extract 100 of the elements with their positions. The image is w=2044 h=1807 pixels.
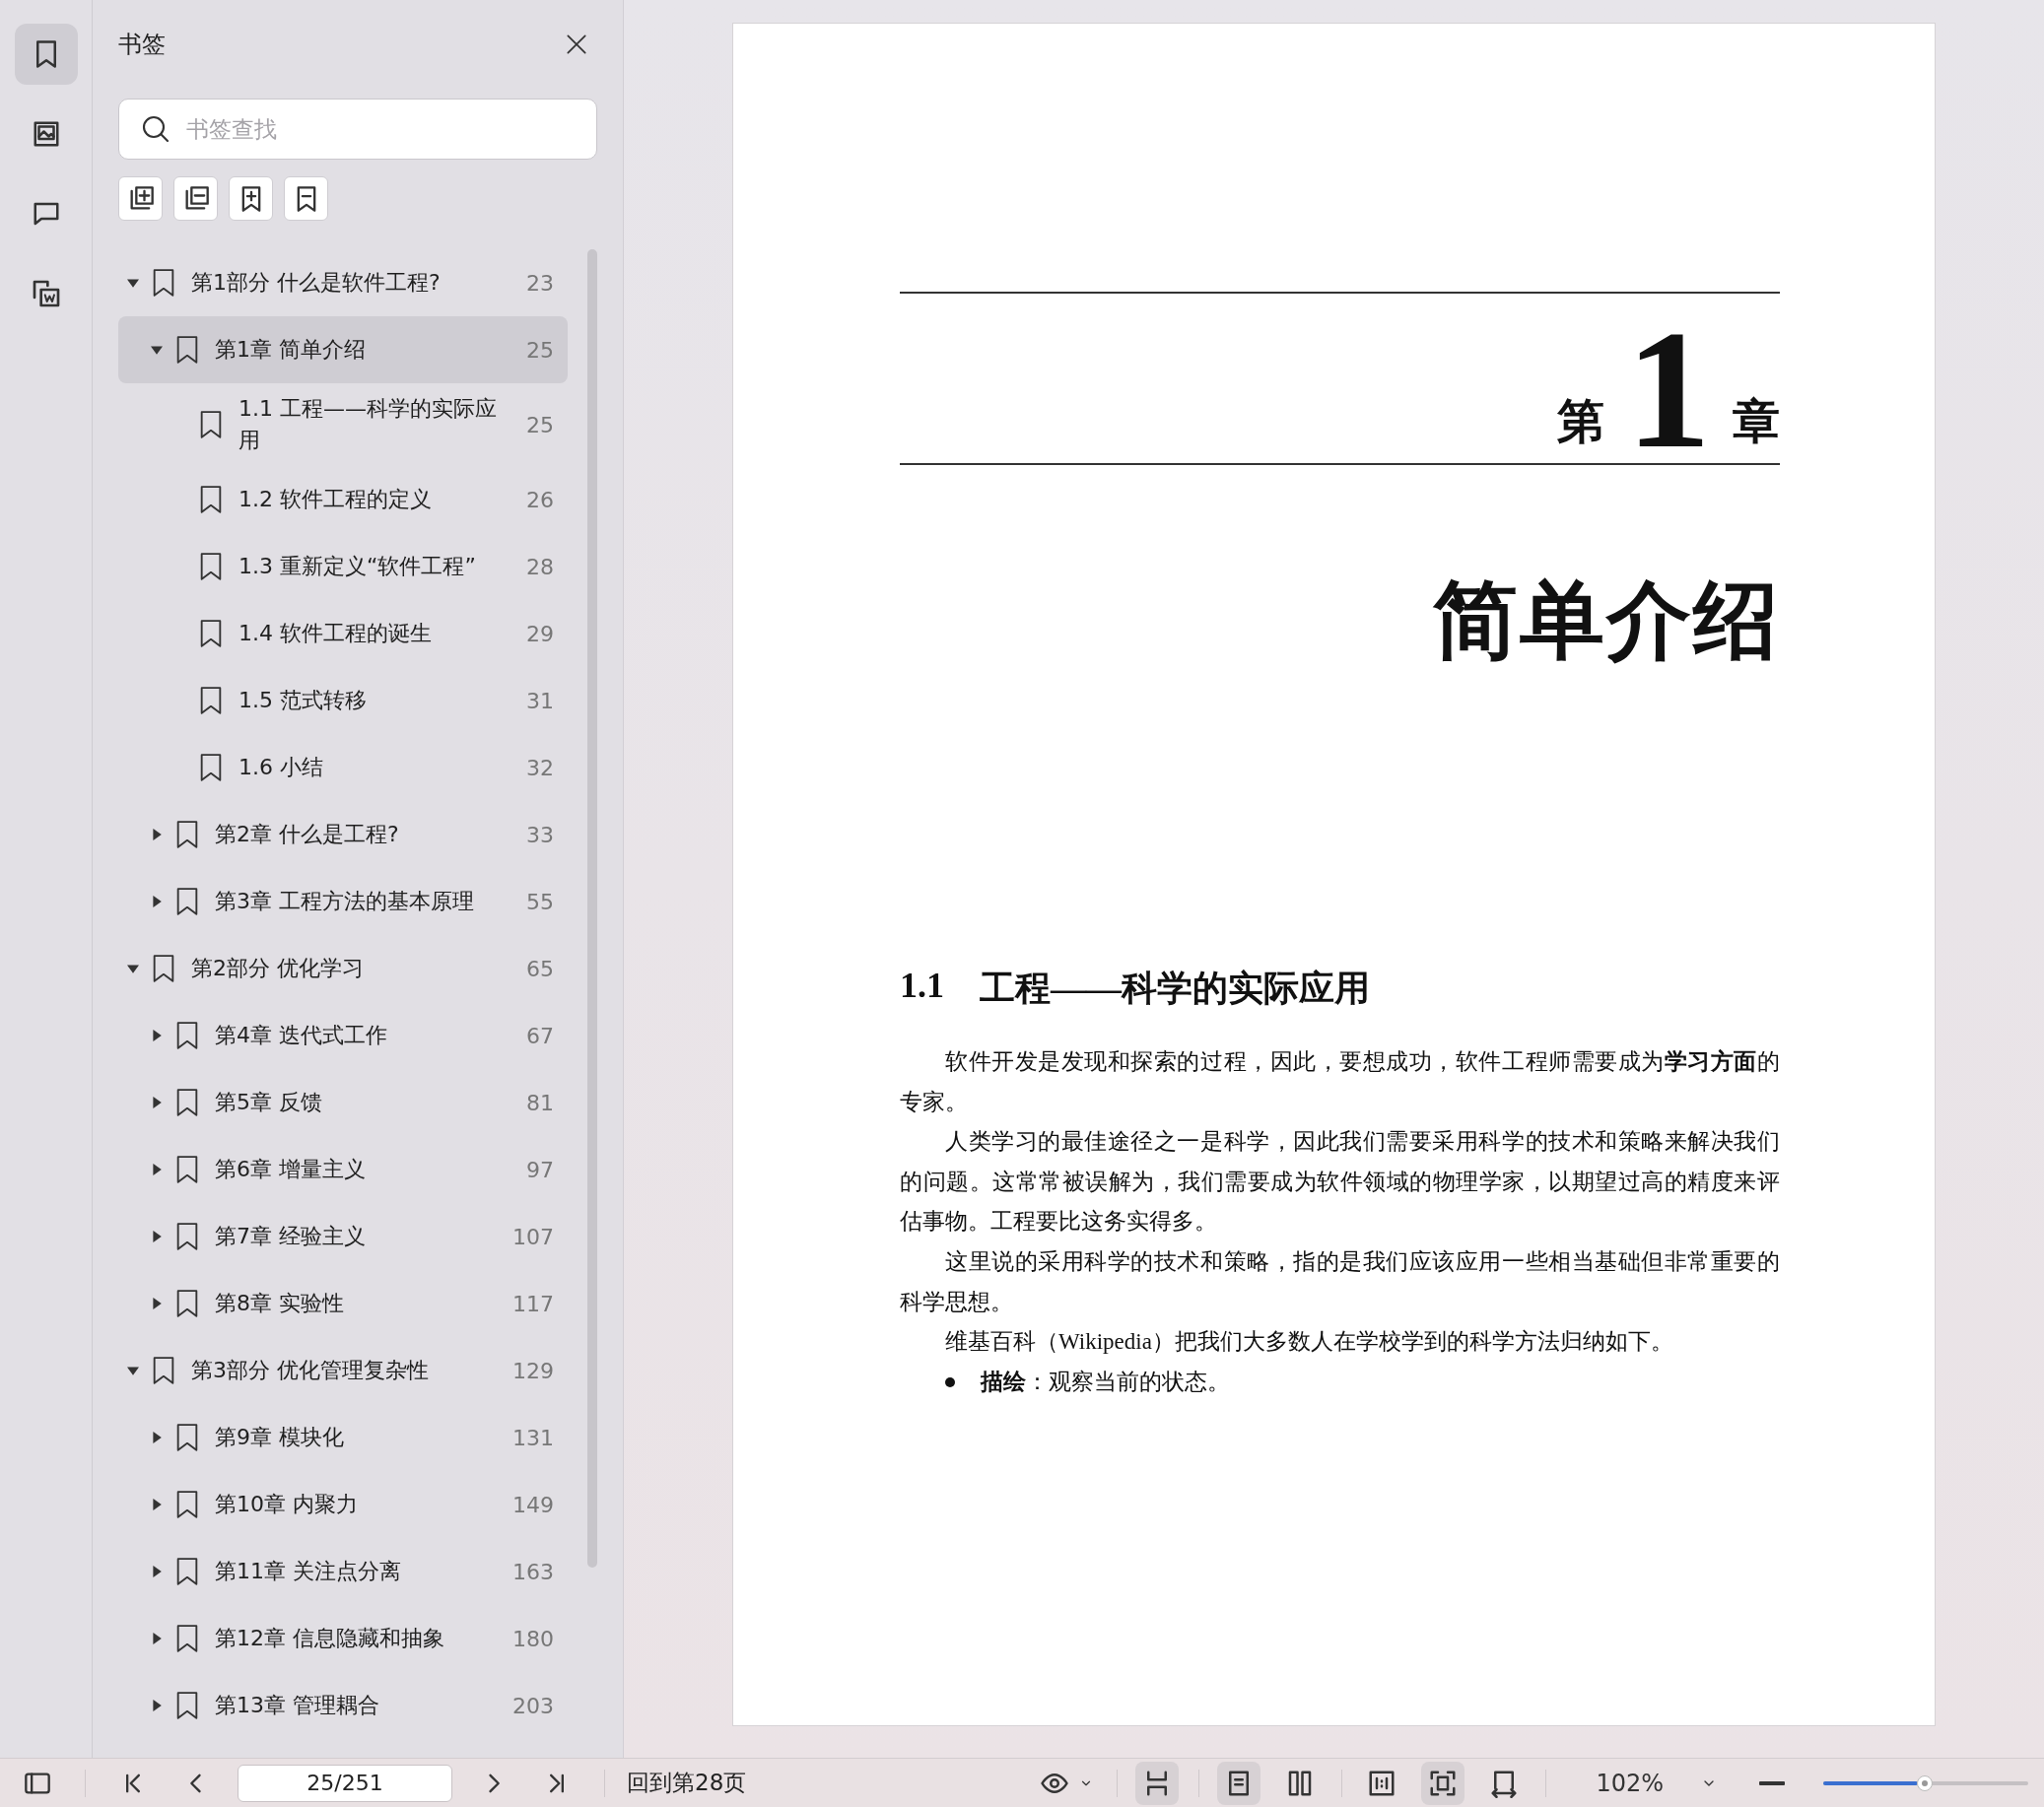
triangle-right-icon [151,1164,163,1175]
zoom-slider[interactable] [1823,1774,2028,1792]
page-number: 129 [511,1358,554,1383]
bookmark-row[interactable]: 第1章 简单介绍 25 [118,316,568,383]
bookmark-row[interactable]: 1.4 软件工程的诞生 29 [118,600,568,667]
zoom-percentage[interactable]: 102% [1596,1769,1664,1797]
bookmark-icon [199,754,223,781]
bookmark-title: 第9章 模块化 [215,1424,345,1451]
bookmark-row[interactable]: 1.2 软件工程的定义 26 [118,466,568,533]
bookmark-icon [175,888,199,915]
bookmark-row[interactable]: 第2部分 优化学习 65 [118,935,568,1002]
bookmark-row[interactable]: 1.6 小结 32 [118,734,568,801]
expand-all-button[interactable] [118,176,163,221]
page-number: 97 [525,1157,554,1182]
bookmark-icon [175,1491,199,1518]
fit-width-button[interactable] [1135,1761,1180,1805]
bookmark-title: 第2部分 优化学习 [191,955,365,982]
panel-tab[interactable] [14,24,78,85]
bookmark-title: 第3部分 优化管理复杂性 [191,1357,430,1384]
bookmark-row[interactable]: 1.1 工程——科学的实际应用 25 [118,383,568,466]
bookmark-row[interactable]: 第8章 实验性 117 [118,1270,568,1337]
bookmark-title: 第7章 经验主义 [215,1223,367,1250]
bookmark-row[interactable]: 1.5 范式转移 31 [118,667,568,734]
page-number-field[interactable]: 25/251 [238,1764,452,1802]
page-number: 32 [525,755,554,780]
triangle-down-icon [127,963,139,974]
bookmark-icon [175,1290,199,1317]
triangle-down-icon [127,1365,139,1376]
bookmark-title: 1.5 范式转移 [238,687,368,714]
remove-bookmark-button[interactable] [284,176,328,221]
triangle-right-icon [151,1432,163,1443]
chapter-label: 第 [1557,394,1604,449]
scrollbar-thumb[interactable] [587,249,597,1568]
chapter-title: 简单介绍 [1433,572,1780,670]
bookmark-title: 第2章 什么是工程? [215,821,400,848]
bookmark-icon [199,553,223,580]
bookmark-icon [175,1223,199,1250]
add-bookmark-button[interactable] [229,176,273,221]
bookmark-title: 1.2 软件工程的定义 [238,486,433,513]
bookmark-row[interactable]: 第1部分 什么是软件工程? 23 [118,249,568,316]
fit-page-button[interactable] [1421,1761,1465,1805]
bookmark-row[interactable]: 第13章 管理耦合 203 [118,1672,568,1739]
bookmark-row[interactable]: 第3部分 优化管理复杂性 129 [118,1337,568,1404]
bookmark-row[interactable]: 1.3 重新定义“软件工程” 28 [118,533,568,600]
bookmark-icon [175,1424,199,1451]
bookmark-icon [152,1357,175,1384]
slider-handle[interactable] [1917,1774,1933,1791]
section-number: 1.1 [900,965,944,1007]
bookmark-title: 1.6 小结 [238,754,324,781]
triangle-right-icon [151,1566,163,1577]
page-number: 203 [511,1693,554,1718]
bookmark-row[interactable]: 第3章 工程方法的基本原理 55 [118,868,568,935]
bookmark-row[interactable]: 第6章 增量主义 97 [118,1136,568,1203]
bookmark-row[interactable]: 第12章 信息隐藏和抽象 180 [118,1605,568,1672]
bookmark-row[interactable]: 第10章 内聚力 149 [118,1471,568,1538]
bookmark-icon [199,411,223,438]
bookmark-row[interactable]: 第9章 模块化 131 [118,1404,568,1471]
page-number: 131 [511,1425,554,1450]
section-title: 工程——科学的实际应用 [980,968,1370,1010]
bookmark-row[interactable]: 第2章 什么是工程? 33 [118,801,568,868]
bookmark-icon [199,620,223,647]
back-to-page-link[interactable]: 回到第28页 [627,1768,747,1798]
bookmark-row[interactable]: 第5章 反馈 81 [118,1069,568,1136]
page-number: 25 [525,412,554,437]
search-field[interactable]: 书签查找 [118,99,597,160]
page-number: 149 [511,1492,554,1517]
triangle-right-icon [151,896,163,907]
triangle-right-icon [151,829,163,840]
minus-icon [1759,1780,1785,1785]
bookmark-title: 第4章 迭代式工作 [215,1022,388,1049]
single-page-button[interactable] [1217,1761,1261,1805]
bookmark-icon [175,1156,199,1183]
bookmark-icon [199,687,223,714]
triangle-right-icon [151,1231,163,1242]
page-number: 180 [511,1626,554,1651]
bookmark-icon [199,486,223,513]
bookmark-icon [175,821,199,848]
page-number: 117 [511,1291,554,1316]
page-number: 23 [525,270,554,296]
bookmark-title: 第1部分 什么是软件工程? [191,269,442,297]
bullet-text: 描绘：观察当前的状态。 [981,1368,1230,1396]
bookmark-icon [175,1558,199,1585]
body-paragraph: 维基百科（Wikipedia）把我们大多数人在学校学到的科学方法归纳如下。 [944,1328,1674,1357]
panel-title: 书签 [118,30,166,60]
triangle-right-icon [151,1633,163,1644]
triangle-down-icon [127,277,139,289]
triangle-right-icon [151,1700,163,1711]
bookmark-row[interactable]: 第11章 关注点分离 163 [118,1538,568,1605]
triangle-right-icon [151,1030,163,1041]
page-number: 25 [525,337,554,363]
bookmark-icon [175,1692,199,1719]
bookmark-title: 第13章 管理耦合 [215,1692,380,1719]
page-number: 29 [525,621,554,646]
bookmark-row[interactable]: 第7章 经验主义 107 [118,1203,568,1270]
collapse-all-button[interactable] [173,176,218,221]
search-icon [140,113,171,145]
bookmark-row[interactable]: 第4章 迭代式工作 67 [118,1002,568,1069]
bookmark-icon [175,1089,199,1116]
body-paragraph: 人类学习的最佳途径之一是科学，因此我们需要采用科学的技术和策略来解决我们的问题。这常常被误解为，我们需要成为软件领域的物理学家，以期望过高的精度来评估事物。工程要比这务实得多。 [900,1128,1780,1237]
page-number: 107 [511,1224,554,1249]
